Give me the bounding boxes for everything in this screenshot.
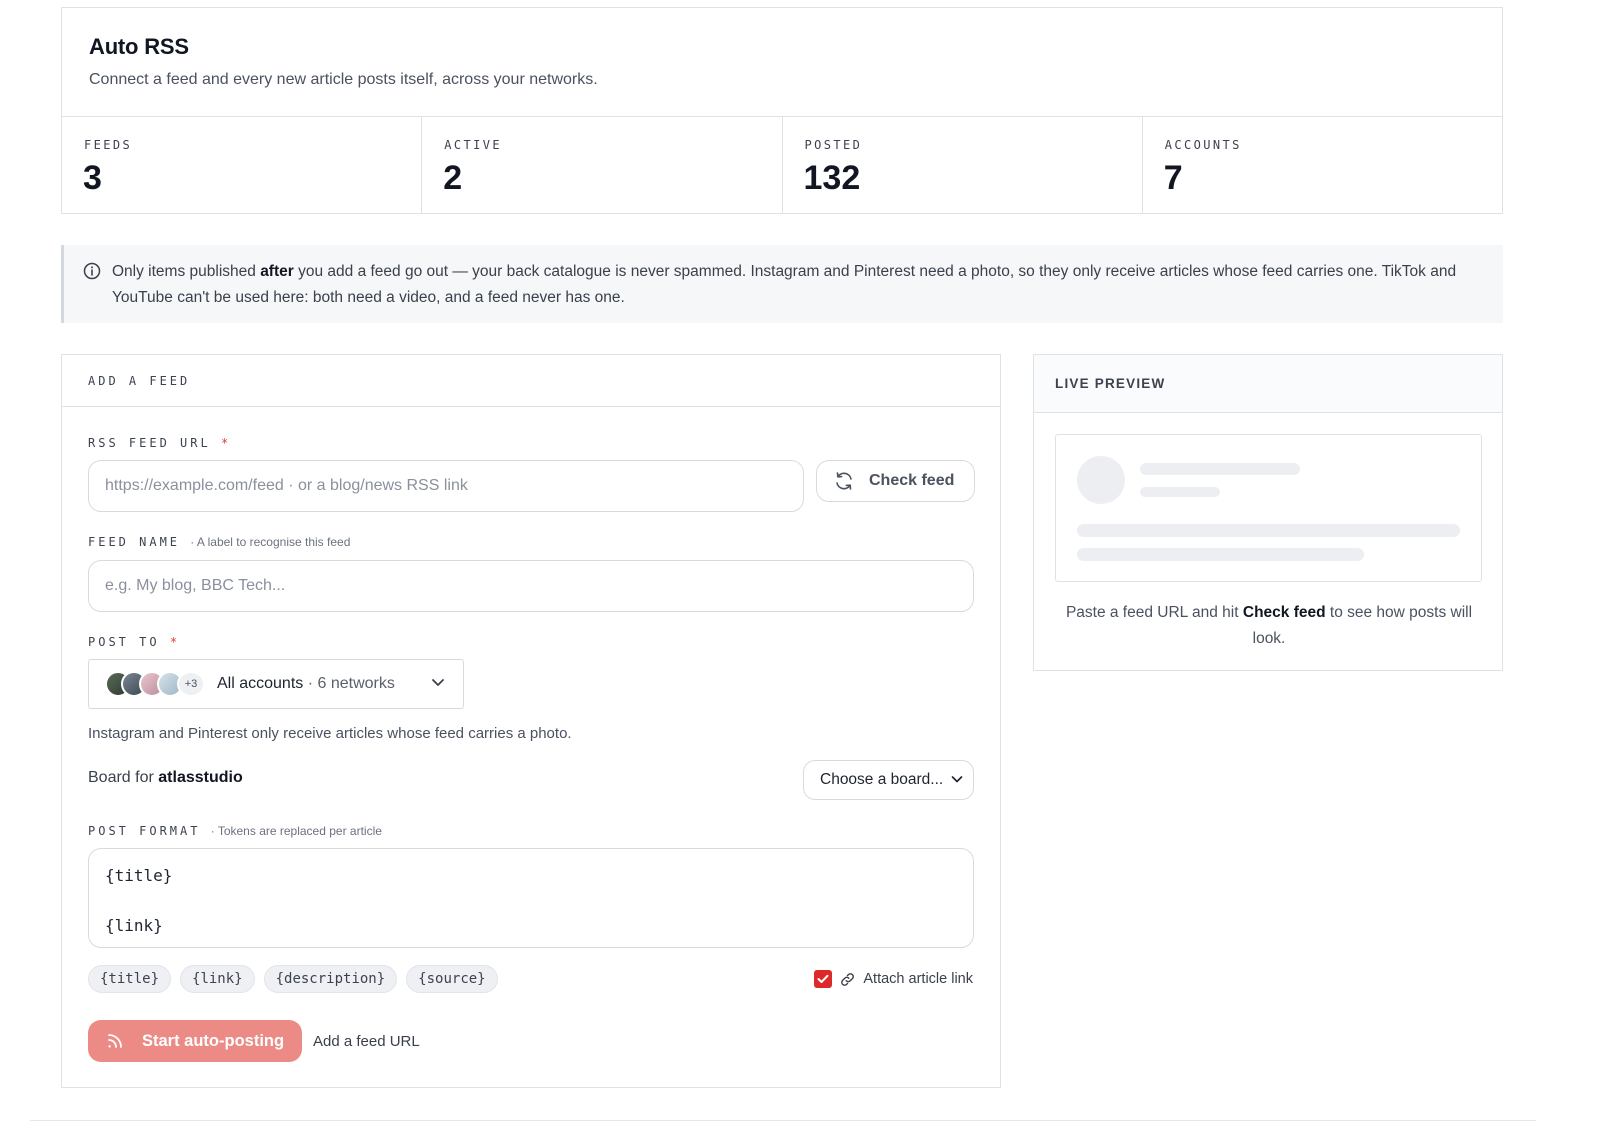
- accounts-main-text: All accounts: [217, 675, 304, 692]
- photo-note: Instagram and Pinterest only receive art…: [88, 725, 572, 742]
- board-account-name: atlasstudio: [158, 769, 243, 786]
- required-mark: *: [169, 635, 181, 649]
- notice-text-strong: after: [260, 263, 294, 280]
- page-title: Auto RSS: [89, 34, 189, 59]
- add-feed-header: ADD A FEED: [62, 355, 1000, 407]
- add-feed-heading: ADD A FEED: [88, 374, 191, 388]
- required-mark: *: [220, 436, 232, 450]
- stat-active: ACTIVE 2: [422, 117, 783, 214]
- start-auto-posting-button[interactable]: Start auto-posting: [88, 1020, 302, 1062]
- board-label: Board for atlasstudio: [88, 769, 243, 787]
- stat-value: 132: [803, 159, 861, 197]
- board-label-prefix: Board for: [88, 769, 159, 786]
- preview-skeleton: [1055, 434, 1482, 582]
- accounts-select[interactable]: +3 All accounts · 6 networks: [88, 659, 464, 709]
- token-chip-description[interactable]: {description}: [263, 965, 398, 993]
- post-format-hint: · Tokens are replaced per article: [210, 824, 382, 838]
- rss-url-label: RSS FEED URL *: [88, 436, 231, 450]
- check-feed-label: Check feed: [869, 472, 955, 489]
- board-select[interactable]: Choose a board...: [803, 760, 974, 800]
- attach-link-checkbox[interactable]: [814, 970, 833, 988]
- token-chip-link[interactable]: {link}: [180, 965, 255, 993]
- skeleton-line: [1077, 524, 1460, 537]
- start-hint: Add a feed URL: [313, 1033, 420, 1050]
- more-accounts-badge: +3: [177, 671, 205, 697]
- info-icon: [83, 262, 101, 285]
- rss-icon: [108, 1034, 122, 1048]
- post-to-label: POST TO *: [88, 635, 180, 649]
- stat-label: POSTED: [804, 138, 863, 152]
- attach-link-option[interactable]: Attach article link: [814, 970, 973, 988]
- post-format-label-text: POST FORMAT: [88, 824, 201, 838]
- stats-row: FEEDS 3 ACTIVE 2 POSTED 132 ACCOUNTS 7: [62, 116, 1502, 214]
- accounts-select-label: All accounts · 6 networks: [217, 675, 395, 693]
- chevron-down-icon: [432, 679, 444, 686]
- preview-message-pre: Paste a feed URL and hit: [1065, 604, 1243, 621]
- board-select-value: Choose a board...: [820, 771, 944, 788]
- stat-label: ACCOUNTS: [1164, 138, 1242, 152]
- post-format-textarea[interactable]: {title} {link}: [88, 848, 974, 948]
- notice-text-post: you add a feed go out — your back catalo…: [112, 263, 1457, 306]
- chevron-down-icon: [951, 776, 963, 783]
- link-icon: [841, 972, 855, 986]
- stat-value: 3: [83, 159, 102, 197]
- add-feed-card: ADD A FEED RSS FEED URL * https://exampl…: [61, 354, 1001, 1088]
- token-list: {title} {link} {description} {source}: [88, 965, 498, 993]
- header-card: Auto RSS Connect a feed and every new ar…: [61, 7, 1503, 214]
- refresh-icon: [836, 472, 852, 490]
- skeleton-avatar: [1077, 456, 1125, 504]
- feed-name-hint: · A label to recognise this feed: [190, 535, 351, 549]
- accounts-sub-text: · 6 networks: [303, 675, 395, 692]
- stat-value: 7: [1163, 159, 1183, 197]
- rss-url-input[interactable]: https://example.com/feed · or a blog/new…: [88, 460, 804, 512]
- skeleton-line: [1140, 463, 1300, 475]
- stat-posted: POSTED 132: [783, 117, 1143, 214]
- post-to-label-text: POST TO: [88, 635, 160, 649]
- preview-message: Paste a feed URL and hit Check feed to s…: [1054, 600, 1484, 652]
- start-auto-posting-label: Start auto-posting: [142, 1031, 285, 1050]
- info-notice: Only items published after you add a fee…: [61, 245, 1503, 323]
- notice-text: Only items published after you add a fee…: [112, 259, 1482, 311]
- check-feed-button[interactable]: Check feed: [816, 460, 975, 502]
- live-preview-card: LIVE PREVIEW Paste a feed URL and hit Ch…: [1033, 354, 1503, 671]
- feed-name-label: FEED NAME · A label to recognise this fe…: [88, 535, 350, 549]
- feed-name-label-text: FEED NAME: [88, 535, 181, 549]
- divider: [30, 1120, 1536, 1121]
- stat-label: FEEDS: [84, 138, 133, 152]
- skeleton-line: [1077, 548, 1364, 561]
- post-format-label: POST FORMAT · Tokens are replaced per ar…: [88, 824, 382, 838]
- preview-message-strong: Check feed: [1242, 604, 1326, 621]
- skeleton-line: [1140, 487, 1220, 497]
- stat-feeds: FEEDS 3: [62, 117, 423, 214]
- stat-accounts: ACCOUNTS 7: [1143, 117, 1502, 214]
- format-line: {title}: [105, 866, 173, 885]
- format-line: {link}: [105, 916, 163, 935]
- format-line: [105, 888, 957, 913]
- stat-value: 2: [443, 159, 463, 197]
- notice-text-pre: Only items published: [112, 263, 261, 280]
- checkmark-icon: [817, 974, 829, 983]
- attach-link-label: Attach article link: [863, 971, 973, 987]
- token-chip-title[interactable]: {title}: [88, 965, 172, 993]
- feed-name-input[interactable]: e.g. My blog, BBC Tech...: [88, 560, 974, 612]
- live-preview-header: LIVE PREVIEW: [1034, 355, 1502, 413]
- rss-url-label-text: RSS FEED URL: [88, 436, 211, 450]
- account-avatars: +3: [105, 671, 209, 697]
- live-preview-title: LIVE PREVIEW: [1055, 376, 1166, 391]
- stat-label: ACTIVE: [444, 138, 502, 152]
- page-subtitle: Connect a feed and every new article pos…: [89, 71, 598, 88]
- token-chip-source[interactable]: {source}: [406, 965, 498, 993]
